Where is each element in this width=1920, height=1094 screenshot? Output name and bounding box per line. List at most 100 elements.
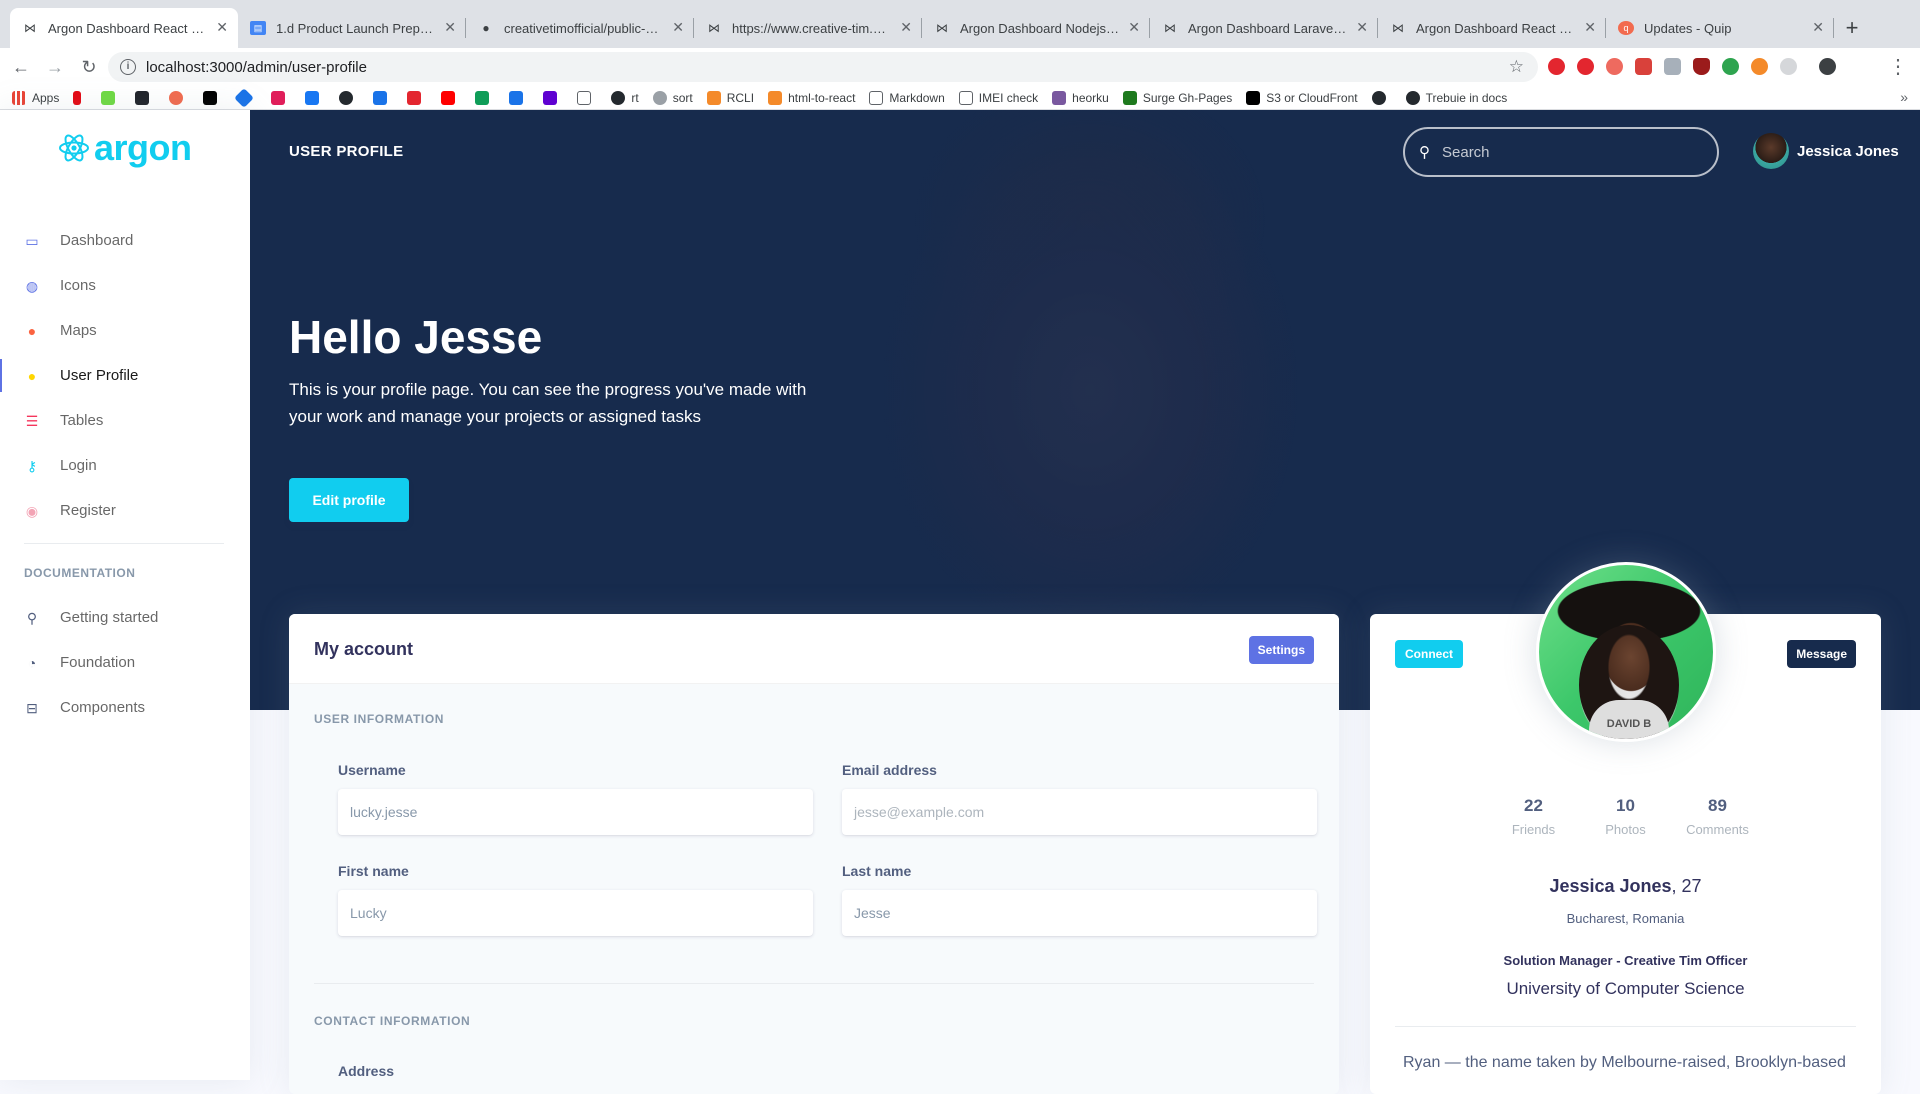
github-icon (1371, 90, 1386, 105)
profile-avatar[interactable]: DAVID B (1536, 562, 1716, 742)
bookmark-apps[interactable]: Apps (12, 90, 59, 105)
bookmark-react[interactable] (135, 90, 155, 105)
extension-icon[interactable] (1722, 58, 1739, 75)
first-name-field[interactable]: Lucky (338, 890, 813, 936)
close-tab-icon[interactable]: ✕ (216, 19, 228, 36)
browser-tab[interactable]: ⋈ Argon Dashboard Nodejs: Fre ✕ (922, 8, 1150, 48)
sidebar-item-getting-started[interactable]: ⚲ Getting started (0, 595, 250, 640)
argon-logo[interactable]: argon (58, 128, 192, 168)
last-name-field[interactable]: Jesse (842, 890, 1317, 936)
connect-button[interactable]: Connect (1395, 640, 1463, 668)
new-tab-button[interactable]: + (1834, 8, 1870, 48)
close-tab-icon[interactable]: ✕ (672, 19, 684, 36)
bookmark[interactable] (407, 90, 427, 105)
sidebar-item-icons[interactable]: ◍ Icons (0, 263, 250, 308)
sidebar-item-user-profile[interactable]: ● User Profile (0, 353, 250, 398)
sidebar-item-foundation[interactable]: ◔ Foundation (0, 640, 250, 685)
bookmark-github[interactable] (339, 90, 359, 105)
search-input[interactable]: ⚲ Search (1403, 127, 1719, 177)
profile-stats: 22 Friends 10 Photos 89 Comments (1370, 796, 1881, 837)
bookmark-sort[interactable]: sort (652, 90, 693, 105)
edit-profile-button[interactable]: Edit profile (289, 478, 409, 522)
browser-tab[interactable]: ⋈ Argon Dashboard React by C ✕ (10, 8, 238, 48)
bookmark-yahoo[interactable] (543, 90, 563, 105)
bookmark[interactable] (577, 90, 597, 105)
browser-tab[interactable]: ⋈ https://www.creative-tim.com ✕ (694, 8, 922, 48)
bookmark-imei[interactable]: IMEI check (958, 90, 1038, 105)
address-bar[interactable]: i localhost:3000/admin/user-profile ☆ (108, 52, 1538, 82)
bookmark-star-icon[interactable]: ☆ (1509, 57, 1524, 77)
username-field[interactable]: lucky.jesse (338, 789, 813, 835)
browser-menu-icon[interactable]: ⋮ (1888, 54, 1908, 79)
bookmark-facebook[interactable] (305, 90, 325, 105)
extension-icon[interactable] (1751, 58, 1768, 75)
close-tab-icon[interactable]: ✕ (1128, 19, 1140, 36)
message-button[interactable]: Message (1787, 640, 1856, 668)
close-tab-icon[interactable]: ✕ (1812, 19, 1824, 36)
bookmark-github[interactable] (1371, 90, 1392, 105)
adblock-extension-icon[interactable] (1577, 58, 1594, 75)
creative-tim-favicon-icon: ⋈ (24, 21, 36, 35)
forward-arrow-icon[interactable]: → (42, 54, 68, 80)
extension-bookmark-icon (169, 90, 184, 105)
docs-nav: ⚲ Getting started ◔ Foundation ⊟ Components (0, 595, 250, 730)
page-title[interactable]: USER PROFILE (289, 143, 403, 160)
close-tab-icon[interactable]: ✕ (1584, 19, 1596, 36)
github-icon (339, 90, 354, 105)
react-icon (135, 90, 150, 105)
yahoo-icon (543, 90, 558, 105)
email-field[interactable]: jesse@example.com (842, 789, 1317, 835)
extension-bookmark-icon (706, 90, 721, 105)
quip-favicon-icon: q (1618, 21, 1634, 35)
ublock-extension-icon[interactable] (1693, 58, 1710, 75)
spaceship-icon: ⚲ (26, 609, 38, 626)
sidebar-item-login[interactable]: ⚷ Login (0, 443, 250, 488)
bookmark-youtube[interactable] (441, 90, 461, 105)
creative-tim-favicon-icon: ⋈ (1164, 21, 1176, 35)
extension-icon[interactable] (1635, 58, 1652, 75)
bookmark[interactable] (509, 90, 529, 105)
bookmark[interactable] (373, 90, 393, 105)
bookmark-rcli[interactable]: RCLI (706, 90, 754, 105)
bookmark-s3[interactable]: S3 or CloudFront (1246, 90, 1358, 105)
close-tab-icon[interactable]: ✕ (444, 19, 456, 36)
browser-tab[interactable]: ▤ 1.d Product Launch Preparati ✕ (238, 8, 466, 48)
browser-tab[interactable]: q Updates - Quip ✕ (1606, 8, 1834, 48)
sidebar-item-register[interactable]: ◉ Register (0, 488, 250, 533)
bookmark-medium[interactable] (203, 90, 223, 105)
info-icon[interactable]: i (120, 59, 136, 75)
browser-tab[interactable]: ⋈ Argon Dashboard React by C ✕ (1378, 8, 1606, 48)
bookmark-rt[interactable]: rt (611, 90, 639, 105)
bookmark[interactable] (169, 90, 189, 105)
back-arrow-icon[interactable]: ← (8, 54, 34, 80)
browser-tab[interactable]: ● creativetimofficial/public-ass ✕ (466, 8, 694, 48)
settings-button[interactable]: Settings (1248, 636, 1314, 664)
code-extension-icon[interactable] (1664, 58, 1681, 75)
bookmark-html-to-react[interactable]: html-to-react (768, 90, 855, 105)
bookmark[interactable] (234, 87, 257, 108)
extension-icon[interactable] (1780, 58, 1797, 75)
sidebar-item-tables[interactable]: ☰ Tables (0, 398, 250, 443)
close-tab-icon[interactable]: ✕ (1356, 19, 1368, 36)
user-menu[interactable]: Jessica Jones (1753, 133, 1899, 169)
bookmark-docs[interactable]: Trebuie in docs (1405, 90, 1507, 105)
more-bookmarks-icon[interactable]: » (1900, 89, 1908, 105)
bookmark[interactable] (475, 90, 495, 105)
sidebar-item-maps[interactable]: ● Maps (0, 308, 250, 353)
bookmark-upwork[interactable] (101, 90, 121, 105)
opera-extension-icon[interactable] (1548, 58, 1565, 75)
bookmark-slack[interactable] (271, 90, 291, 105)
bookmark-heroku[interactable]: heorku (1052, 90, 1109, 105)
bookmark-markdown[interactable]: Markdown (869, 90, 945, 105)
bookmark-netflix[interactable] (73, 90, 87, 105)
bookmark-surge[interactable]: Surge Gh-Pages (1122, 90, 1232, 105)
sidebar-item-dashboard[interactable]: ▭ Dashboard (0, 218, 250, 263)
profile-avatar-icon[interactable] (1819, 58, 1836, 75)
close-tab-icon[interactable]: ✕ (900, 19, 912, 36)
extension-icon[interactable] (1606, 58, 1623, 75)
browser-tab[interactable]: ⋈ Argon Dashboard Laravel - F ✕ (1150, 8, 1378, 48)
reload-icon[interactable]: ↻ (76, 54, 102, 80)
planet-icon: ◍ (25, 277, 39, 294)
sidebar-item-components[interactable]: ⊟ Components (0, 685, 250, 730)
profile-divider (1395, 1026, 1856, 1027)
